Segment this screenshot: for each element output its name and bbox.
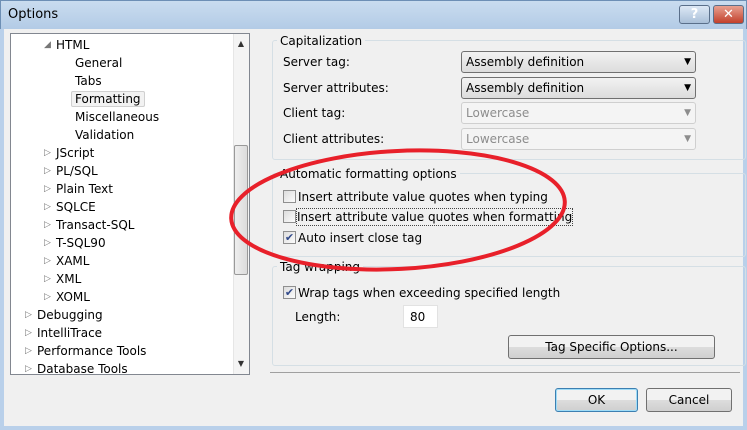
tree-item[interactable]: Formatting <box>71 90 145 108</box>
tree-item-label: PL/SQL <box>56 164 98 178</box>
expand-arrow-icon[interactable]: ▷ <box>44 162 54 180</box>
tree-item[interactable]: ▷ XAML <box>44 252 90 270</box>
quotes-formatting-checkbox[interactable] <box>283 210 296 223</box>
expand-arrow-icon[interactable]: ▷ <box>44 216 54 234</box>
expand-arrow-icon[interactable]: ▷ <box>25 324 35 342</box>
wrap-tags-label: Wrap tags when exceeding specified lengt… <box>298 286 561 300</box>
auto-close-tag-label: Auto insert close tag <box>298 231 423 245</box>
expand-arrow-icon[interactable]: ▷ <box>44 288 54 306</box>
expand-arrow-icon[interactable]: ▷ <box>44 234 54 252</box>
wrap-tags-checkbox[interactable]: ✔ <box>283 286 296 299</box>
tree-item[interactable]: General <box>75 54 122 72</box>
auto-close-tag-checkbox[interactable]: ✔ <box>283 231 296 244</box>
server-attributes-select[interactable]: Assembly definition ▼ <box>461 77 696 99</box>
divider <box>270 372 740 373</box>
chevron-down-icon: ▼ <box>684 83 691 93</box>
tree-item[interactable]: ◢ HTML <box>44 36 90 54</box>
tree-item-label: XOML <box>56 290 90 304</box>
tree-item-label: SQLCE <box>56 200 96 214</box>
tree-item[interactable]: ▷ SQLCE <box>44 198 96 216</box>
server-tag-label: Server tag: <box>283 55 350 69</box>
tree-item[interactable]: ▷ PL/SQL <box>44 162 98 180</box>
tree-item[interactable]: ▷ XML <box>44 270 82 288</box>
tree-item[interactable]: ▷ Debugging <box>25 306 103 324</box>
collapse-arrow-icon[interactable]: ◢ <box>44 36 54 54</box>
tree-item[interactable]: ▷ Transact-SQL <box>44 216 135 234</box>
client-tag-label: Client tag: <box>283 106 346 120</box>
expand-arrow-icon[interactable]: ▷ <box>44 144 54 162</box>
tree-item[interactable]: ▷ Plain Text <box>44 180 113 198</box>
expand-arrow-icon[interactable]: ▷ <box>44 198 54 216</box>
tree-item-label: Database Tools <box>37 362 128 375</box>
server-attributes-value: Assembly definition <box>466 81 585 95</box>
cancel-button[interactable]: Cancel <box>646 388 732 412</box>
tree-item-label: Debugging <box>37 308 103 322</box>
quotes-formatting-label: Insert attribute value quotes when forma… <box>295 208 574 226</box>
tree-item-label: Performance Tools <box>37 344 147 358</box>
expand-arrow-icon[interactable]: ▷ <box>44 180 54 198</box>
tree-item-label: T-SQL90 <box>56 236 106 250</box>
expand-arrow-icon[interactable]: ▷ <box>25 342 35 360</box>
scroll-up-icon[interactable]: ▲ <box>234 36 248 52</box>
expand-arrow-icon[interactable]: ▷ <box>44 252 54 270</box>
auto-formatting-title: Automatic formatting options <box>277 167 460 181</box>
tree-item[interactable]: ▷ IntelliTrace <box>25 324 103 342</box>
tree-item[interactable]: ▷ Performance Tools <box>25 342 147 360</box>
tree-item[interactable]: Validation <box>75 126 134 144</box>
window-title: Options <box>8 7 59 22</box>
length-label: Length: <box>295 310 341 324</box>
expand-arrow-icon[interactable]: ▷ <box>44 270 54 288</box>
client-attributes-select[interactable]: Lowercase ▼ <box>461 128 696 150</box>
ok-button[interactable]: OK <box>555 388 638 412</box>
tree-item[interactable]: ▷ XOML <box>44 288 90 306</box>
quotes-typing-label: Insert attribute value quotes when typin… <box>298 190 548 204</box>
server-attributes-label: Server attributes: <box>283 81 389 95</box>
tree-item-label: Formatting <box>71 91 145 107</box>
scroll-down-icon[interactable]: ▼ <box>234 356 248 372</box>
tree-item-label: General <box>75 56 123 70</box>
tree-item-label: Plain Text <box>56 182 113 196</box>
tag-specific-options-button[interactable]: Tag Specific Options... <box>508 335 715 359</box>
tree-item[interactable]: Miscellaneous <box>75 108 159 126</box>
tag-wrapping-title: Tag wrapping <box>277 260 364 274</box>
tree-item[interactable]: ▷ Database Tools <box>25 360 128 375</box>
tree-item-label: XAML <box>56 254 90 268</box>
client-tag-value: Lowercase <box>466 106 530 120</box>
tree-item[interactable]: ▷ T-SQL90 <box>44 234 106 252</box>
tree-item[interactable]: ▷ JScript <box>44 144 95 162</box>
tree-item-label: IntelliTrace <box>37 326 103 340</box>
tree-item-label: Miscellaneous <box>75 110 160 124</box>
tree-item-label: Validation <box>75 128 135 142</box>
close-button[interactable]: ✕ <box>713 5 744 24</box>
tree-item-label: XML <box>56 272 82 286</box>
server-tag-value: Assembly definition <box>466 55 585 69</box>
help-button[interactable]: ? <box>679 5 710 24</box>
title-bar: Options ? ✕ <box>0 0 747 29</box>
options-tree[interactable]: ◢ HTML General Tabs Formatting Miscellaneous V… <box>10 33 250 375</box>
expand-arrow-icon[interactable]: ▷ <box>25 360 35 374</box>
tree-item-label: Tabs <box>75 74 102 88</box>
chevron-down-icon: ▼ <box>684 134 691 144</box>
length-input[interactable]: 80 <box>403 305 438 328</box>
tree-item-label: JScript <box>56 146 95 160</box>
chevron-down-icon: ▼ <box>684 108 691 118</box>
tree-item-label: HTML <box>56 38 90 52</box>
client-attributes-label: Client attributes: <box>283 132 385 146</box>
tree-item-label: Transact-SQL <box>56 218 135 232</box>
client-tag-select[interactable]: Lowercase ▼ <box>461 102 696 124</box>
scrollbar-thumb[interactable] <box>234 145 248 275</box>
server-tag-select[interactable]: Assembly definition ▼ <box>461 51 696 73</box>
capitalization-title: Capitalization <box>277 34 366 48</box>
client-attributes-value: Lowercase <box>466 132 530 146</box>
chevron-down-icon: ▼ <box>684 57 691 67</box>
tree-item[interactable]: Tabs <box>75 72 102 90</box>
quotes-typing-checkbox[interactable] <box>283 190 296 203</box>
expand-arrow-icon[interactable]: ▷ <box>25 306 35 324</box>
